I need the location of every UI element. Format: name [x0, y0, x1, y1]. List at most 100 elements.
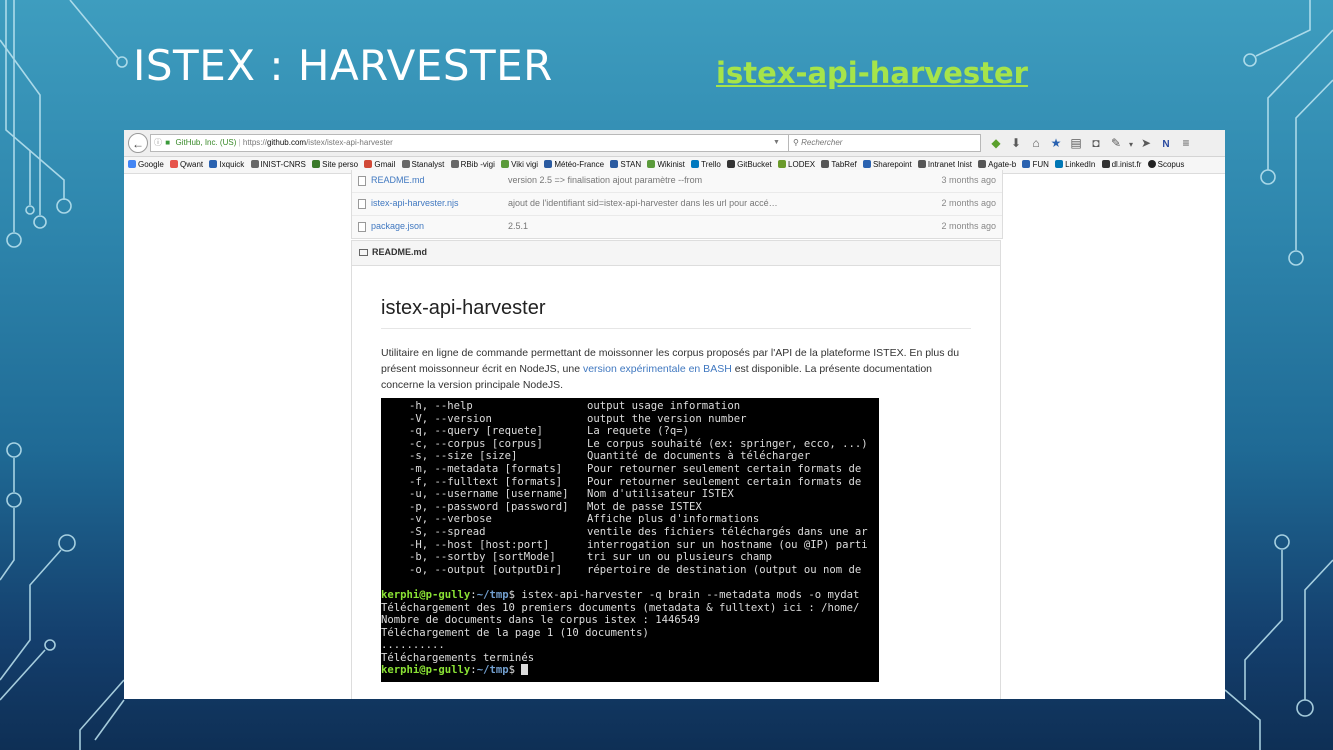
option-description: Affiche plus d'informations [587, 513, 760, 526]
bookmark-item[interactable]: FUN [1022, 157, 1049, 173]
github-page: README.md version 2.5 => finalisation aj… [124, 170, 1225, 699]
bookmark-item[interactable]: Google [128, 157, 164, 173]
bookmark-label: STAN [620, 160, 642, 169]
commit-message[interactable]: version 2.5 => finalisation ajout paramè… [508, 175, 702, 185]
search-placeholder: Rechercher [801, 138, 843, 147]
bookmark-icon [778, 160, 787, 168]
book-icon [359, 249, 368, 256]
bookmark-item[interactable]: Qwant [170, 157, 203, 173]
file-row[interactable]: README.md version 2.5 => finalisation aj… [352, 170, 1002, 192]
bookmark-item[interactable]: Ixquick [209, 157, 244, 173]
bookmark-label: Trello [701, 160, 721, 169]
url-domain: github.com [266, 138, 307, 147]
slide-title: ISTEX : HARVESTER [133, 41, 553, 90]
bookmark-item[interactable]: Scopus [1147, 157, 1185, 173]
bookmark-label: Scopus [1157, 160, 1185, 169]
commit-message[interactable]: ajout de l'identifiant sid=istex-api-har… [508, 198, 778, 208]
prompt-user: kerphi@p-gully [381, 664, 471, 677]
output-line: Téléchargements terminés [381, 652, 879, 665]
lock-icon: ■ [165, 138, 171, 147]
file-row[interactable]: package.json 2.5.1 2 months ago [352, 215, 1002, 238]
output-line: Nombre de documents dans le corpus istex… [381, 614, 879, 627]
bookmark-item[interactable]: LinkedIn [1055, 157, 1095, 173]
wrench-icon[interactable]: ✎ [1106, 134, 1126, 152]
dropdown-icon[interactable]: ▾ [1126, 136, 1136, 154]
bookmark-item[interactable]: INIST-CNRS [250, 157, 306, 173]
site-identity: GitHub, Inc. (US) [175, 138, 237, 147]
bookmark-icon [691, 160, 700, 168]
bookmark-icon [727, 160, 736, 168]
bookmark-label: Gmail [374, 160, 396, 169]
refresh-green-icon[interactable]: ◆ [986, 134, 1006, 152]
file-name-link[interactable]: README.md [371, 175, 425, 185]
bookmark-star-icon[interactable]: ★ [1046, 134, 1066, 152]
pocket-icon[interactable]: ◘ [1086, 134, 1106, 152]
bookmark-item[interactable]: dl.inist.fr [1101, 157, 1142, 173]
bookmark-label: GitBucket [737, 160, 772, 169]
option-flag: -u, --username [username] [409, 488, 569, 501]
option-flag: -o, --output [outputDir] [409, 563, 563, 576]
output-line: Téléchargement des 10 premiers documents… [381, 602, 879, 615]
n-icon[interactable]: N [1156, 136, 1176, 154]
readme-description: Utilitaire en ligne de commande permetta… [381, 345, 971, 393]
option-line: -H, --host [host:port] interrogation sur … [381, 539, 879, 552]
file-name-link[interactable]: istex-api-harvester.njs [371, 198, 459, 208]
bookmark-icon [862, 160, 871, 168]
option-flag: -V, --version [409, 412, 492, 425]
bookmark-icon [401, 160, 410, 168]
bookmark-label: Météo-France [554, 160, 605, 169]
bookmark-icon [1055, 160, 1064, 168]
url-prefix: https:// [242, 138, 267, 147]
option-line: -u, --username [username] Nom d'utilisate… [381, 488, 879, 501]
bash-version-link[interactable]: version expérimentale en BASH [583, 363, 732, 375]
bookmark-label: Intranet Inist [927, 160, 972, 169]
option-line: -f, --fulltext [formats] Pour retourner s… [381, 476, 879, 489]
repo-link[interactable]: istex-api-harvester [716, 54, 1028, 92]
command-line: kerphi@p-gully:~/tmp$ istex-api-harveste… [381, 589, 879, 602]
menu-icon[interactable]: ≡ [1176, 134, 1196, 152]
download-icon[interactable]: ⬇ [1006, 134, 1026, 152]
option-flag: -h, --help [409, 400, 473, 412]
output-line: .......... [381, 639, 879, 652]
option-line: -S, --spread ventile des fichiers télécha… [381, 526, 879, 539]
option-description: output usage information [587, 400, 741, 412]
bookmark-icon [1147, 160, 1156, 168]
file-list: README.md version 2.5 => finalisation aj… [351, 170, 1003, 239]
option-flag: -f, --fulltext [formats] [409, 475, 563, 488]
send-icon[interactable]: ➤ [1136, 134, 1156, 152]
bookmark-label: Ixquick [219, 160, 245, 169]
bookmark-icon [1101, 160, 1110, 168]
home-icon[interactable]: ⌂ [1026, 134, 1046, 152]
bookmark-icon [610, 160, 619, 168]
bookmark-icon [209, 160, 218, 168]
output-text: Téléchargement de la page 1 (10 document… [381, 626, 649, 639]
back-button[interactable]: ← [128, 133, 148, 153]
output-text: Téléchargements terminés [381, 651, 535, 664]
bookmark-label: dl.inist.fr [1111, 160, 1142, 169]
option-line: -h, --help output usage information [381, 400, 879, 413]
option-description: Pour retourner seulement certain formats… [587, 475, 862, 488]
bookmark-label: Qwant [180, 160, 204, 169]
option-line: -o, --output [outputDir] répertoire de de… [381, 564, 879, 577]
commit-age: 2 months ago [941, 198, 996, 208]
option-flag: -m, --metadata [formats] [409, 462, 563, 475]
commit-message[interactable]: 2.5.1 [508, 221, 528, 231]
option-line: -b, --sortby [sortMode] tri sur un ou plu… [381, 551, 879, 564]
file-row[interactable]: istex-api-harvester.njs ajout de l'ident… [352, 192, 1002, 215]
search-input[interactable]: ⚲ Rechercher [788, 134, 981, 152]
output-text: .......... [381, 639, 445, 652]
info-icon: ⓘ [154, 138, 162, 147]
option-flag: -v, --verbose [409, 513, 492, 526]
toolbar-icons: ◆ ⬇ ⌂ ★ ▤ ◘ ✎ ▾ ➤ N ≡ [986, 134, 1196, 152]
search-icon: ⚲ [793, 138, 802, 147]
option-line: -p, --password [password] Mot de passe IS… [381, 501, 879, 514]
bookmark-icon [821, 160, 830, 168]
url-dropdown-icon[interactable]: ▼ [773, 135, 780, 151]
bookmark-icon [1022, 160, 1031, 168]
file-name-link[interactable]: package.json [371, 221, 424, 231]
readme-header: README.md [352, 241, 1000, 266]
bookmark-icon [170, 160, 179, 168]
terminal-screenshot: -h, --help output usage information -V, -… [381, 398, 879, 682]
reader-icon[interactable]: ▤ [1066, 134, 1086, 152]
prompt-line: kerphi@p-gully:~/tmp$ [381, 664, 879, 677]
